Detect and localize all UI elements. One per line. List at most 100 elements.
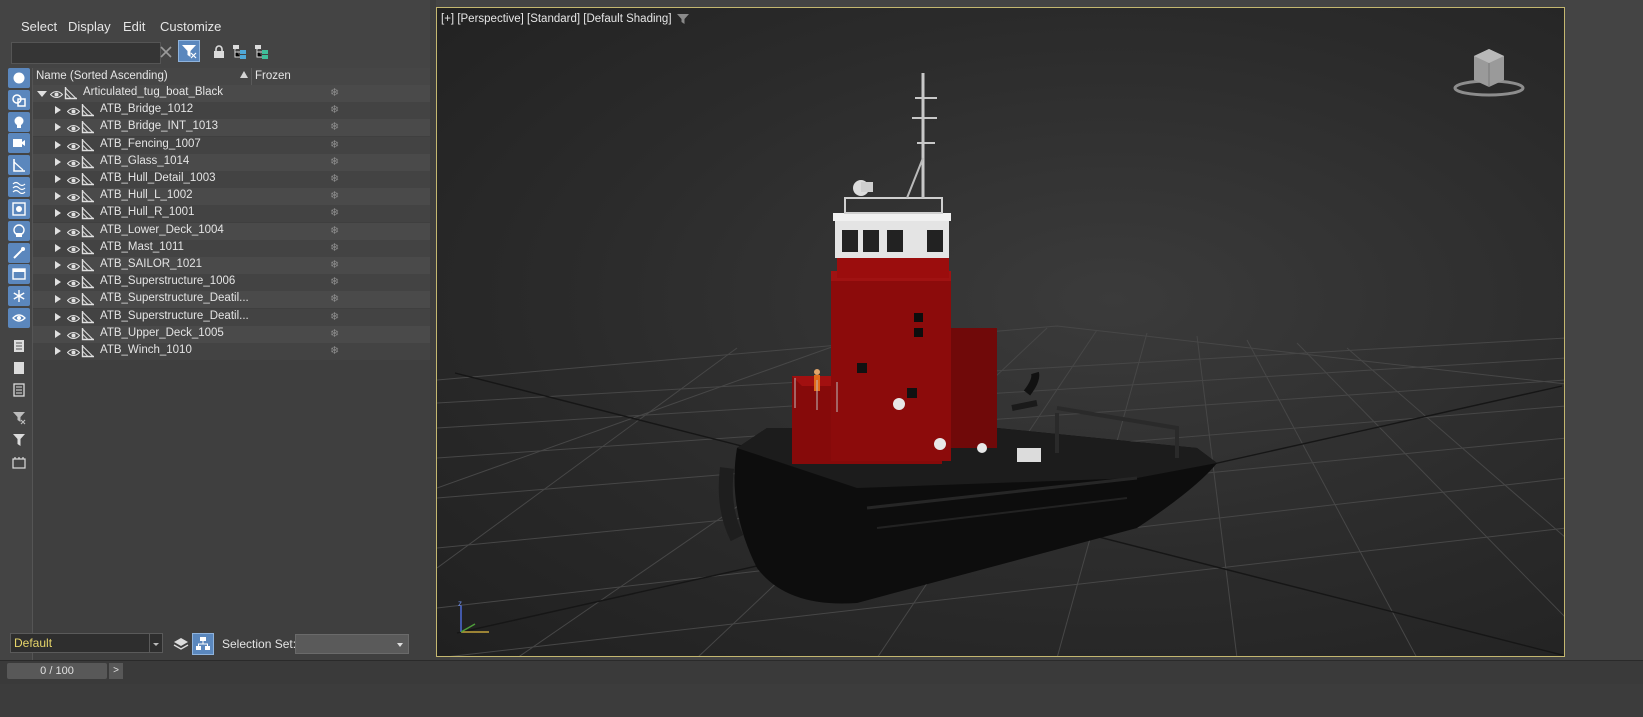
object-name[interactable]: ATB_Bridge_INT_1013 xyxy=(100,120,248,132)
table-row[interactable]: ATB_Fencing_1007 ❄ xyxy=(33,136,451,154)
eye-icon[interactable] xyxy=(66,277,81,291)
table-row[interactable]: ATB_Bridge_INT_1013 ❄ xyxy=(33,119,451,137)
eye-icon[interactable] xyxy=(49,88,64,102)
object-name[interactable]: ATB_Mast_1011 xyxy=(100,241,248,253)
time-slider[interactable]: 0 / 100 xyxy=(7,663,107,679)
frozen-toggle-icon[interactable]: ❄ xyxy=(330,189,339,202)
layer-explorer-button[interactable] xyxy=(170,633,192,655)
perspective-viewport[interactable]: [+] [Perspective] [Standard] [Default Sh… xyxy=(436,7,1565,657)
object-name[interactable]: ATB_SAILOR_1021 xyxy=(100,258,248,270)
frozen-toggle-icon[interactable]: ❄ xyxy=(330,103,339,116)
lock-button[interactable] xyxy=(208,41,230,63)
expand-toggle-icon[interactable] xyxy=(55,347,61,355)
expand-toggle-icon[interactable] xyxy=(55,140,61,149)
expand-toggle-icon[interactable] xyxy=(55,175,61,183)
menu-customize[interactable]: Customize xyxy=(160,19,221,34)
tug-boat-model[interactable] xyxy=(718,73,1217,604)
object-name[interactable]: ATB_Winch_1010 xyxy=(100,344,248,356)
object-name[interactable]: Articulated_tug_boat_Black xyxy=(83,86,231,98)
expand-toggle-icon[interactable] xyxy=(55,209,61,218)
menu-select[interactable]: Select xyxy=(21,19,57,34)
expand-toggle-icon[interactable] xyxy=(55,243,61,252)
expand-toggle-icon[interactable] xyxy=(55,226,61,235)
expand-toggle-icon[interactable] xyxy=(55,157,61,166)
expand-toggle-icon[interactable] xyxy=(55,278,61,287)
next-frame-button[interactable]: > xyxy=(109,663,123,679)
table-row[interactable]: ATB_Superstructure_Deatil... ❄ xyxy=(33,291,451,309)
table-row[interactable]: ATB_Superstructure_Deatil... ❄ xyxy=(33,308,451,326)
frozen-toggle-icon[interactable]: ❄ xyxy=(330,241,339,254)
expand-toggle-icon[interactable] xyxy=(55,261,61,269)
clear-filter-button[interactable] xyxy=(8,408,30,428)
layer-dropdown[interactable]: Default xyxy=(10,633,150,653)
table-row[interactable]: ATB_Hull_R_1001 ❄ xyxy=(33,205,451,223)
scene-render[interactable] xyxy=(437,8,1565,657)
frozen-toggle-icon[interactable]: ❄ xyxy=(330,86,339,99)
eye-icon[interactable] xyxy=(66,191,81,205)
column-header-frozen[interactable]: Frozen xyxy=(255,70,291,82)
eye-icon[interactable] xyxy=(66,208,81,222)
object-name[interactable]: ATB_Superstructure_Deatil... xyxy=(100,310,248,322)
collapse-toggle-icon[interactable] xyxy=(37,91,47,97)
frozen-toggle-icon[interactable]: ❄ xyxy=(330,275,339,288)
viewport-standard-menu[interactable]: [Standard] xyxy=(527,13,580,25)
display-all-button[interactable] xyxy=(8,336,30,356)
frozen-toggle-icon[interactable]: ❄ xyxy=(330,344,339,357)
display-helpers-toggle[interactable] xyxy=(8,155,30,175)
expand-toggle-icon[interactable] xyxy=(55,329,61,338)
table-row[interactable]: ATB_Glass_1014 ❄ xyxy=(33,153,451,171)
invert-display-button[interactable] xyxy=(8,380,30,400)
eye-icon[interactable] xyxy=(66,260,81,274)
layer-filter-button[interactable] xyxy=(8,452,30,472)
eye-icon[interactable] xyxy=(66,329,81,343)
display-cameras-toggle[interactable] xyxy=(8,133,30,153)
table-row[interactable]: ATB_Lower_Deck_1004 ❄ xyxy=(33,222,451,240)
display-xrefs-toggle[interactable] xyxy=(8,221,30,241)
display-frozen-toggle[interactable] xyxy=(8,286,30,306)
tree-row-root[interactable]: Articulated_tug_boat_Black ❄ xyxy=(33,85,451,102)
frozen-toggle-icon[interactable]: ❄ xyxy=(330,224,339,237)
eye-icon[interactable] xyxy=(66,122,81,136)
eye-icon[interactable] xyxy=(66,312,81,326)
eye-icon[interactable] xyxy=(66,226,81,240)
frozen-toggle-icon[interactable]: ❄ xyxy=(330,120,339,133)
viewport-filter-icon[interactable] xyxy=(677,13,689,25)
frozen-toggle-icon[interactable]: ❄ xyxy=(330,138,339,151)
object-name[interactable]: ATB_Superstructure_1006 xyxy=(100,275,248,287)
menu-display[interactable]: Display xyxy=(68,19,111,34)
display-containers-toggle[interactable] xyxy=(8,264,30,284)
search-input[interactable] xyxy=(11,42,161,64)
eye-icon[interactable] xyxy=(66,105,81,119)
eye-icon[interactable] xyxy=(66,140,81,154)
object-name[interactable]: ATB_Fencing_1007 xyxy=(100,138,248,150)
eye-icon[interactable] xyxy=(66,294,81,308)
layer-dropdown-arrow[interactable] xyxy=(150,633,163,653)
eye-icon[interactable] xyxy=(66,243,81,257)
eye-icon[interactable] xyxy=(66,174,81,188)
table-row[interactable]: ATB_Upper_Deck_1005 ❄ xyxy=(33,325,451,343)
expand-toggle-icon[interactable] xyxy=(55,106,61,115)
display-none-button[interactable] xyxy=(8,358,30,378)
hierarchy-button[interactable] xyxy=(229,41,251,63)
object-name[interactable]: ATB_Upper_Deck_1005 xyxy=(100,327,248,339)
expand-toggle-icon[interactable] xyxy=(55,192,61,201)
track-bar[interactable] xyxy=(0,684,1643,717)
display-geometry-toggle[interactable] xyxy=(8,68,30,88)
table-row[interactable]: ATB_Mast_1011 ❄ xyxy=(33,239,451,257)
frozen-toggle-icon[interactable]: ❄ xyxy=(330,327,339,340)
filter-toggle-button[interactable] xyxy=(178,40,200,62)
object-name[interactable]: ATB_Bridge_1012 xyxy=(100,103,248,115)
filter-button[interactable] xyxy=(8,430,30,450)
display-spacewarps-toggle[interactable] xyxy=(8,177,30,197)
table-row[interactable]: ATB_Bridge_1012 ❄ xyxy=(33,102,451,120)
table-row[interactable]: ATB_Hull_L_1002 ❄ xyxy=(33,188,451,206)
display-shapes-toggle[interactable] xyxy=(8,90,30,110)
object-name[interactable]: ATB_Glass_1014 xyxy=(100,155,248,167)
column-header-name[interactable]: Name (Sorted Ascending) xyxy=(36,70,168,82)
expand-toggle-icon[interactable] xyxy=(55,312,61,321)
table-row[interactable]: ATB_Hull_Detail_1003 ❄ xyxy=(33,171,451,188)
eye-icon[interactable] xyxy=(66,157,81,171)
viewport-point-of-view-menu[interactable]: [Perspective] xyxy=(457,13,523,25)
clear-search-button[interactable] xyxy=(155,41,177,63)
object-name[interactable]: ATB_Hull_R_1001 xyxy=(100,206,248,218)
